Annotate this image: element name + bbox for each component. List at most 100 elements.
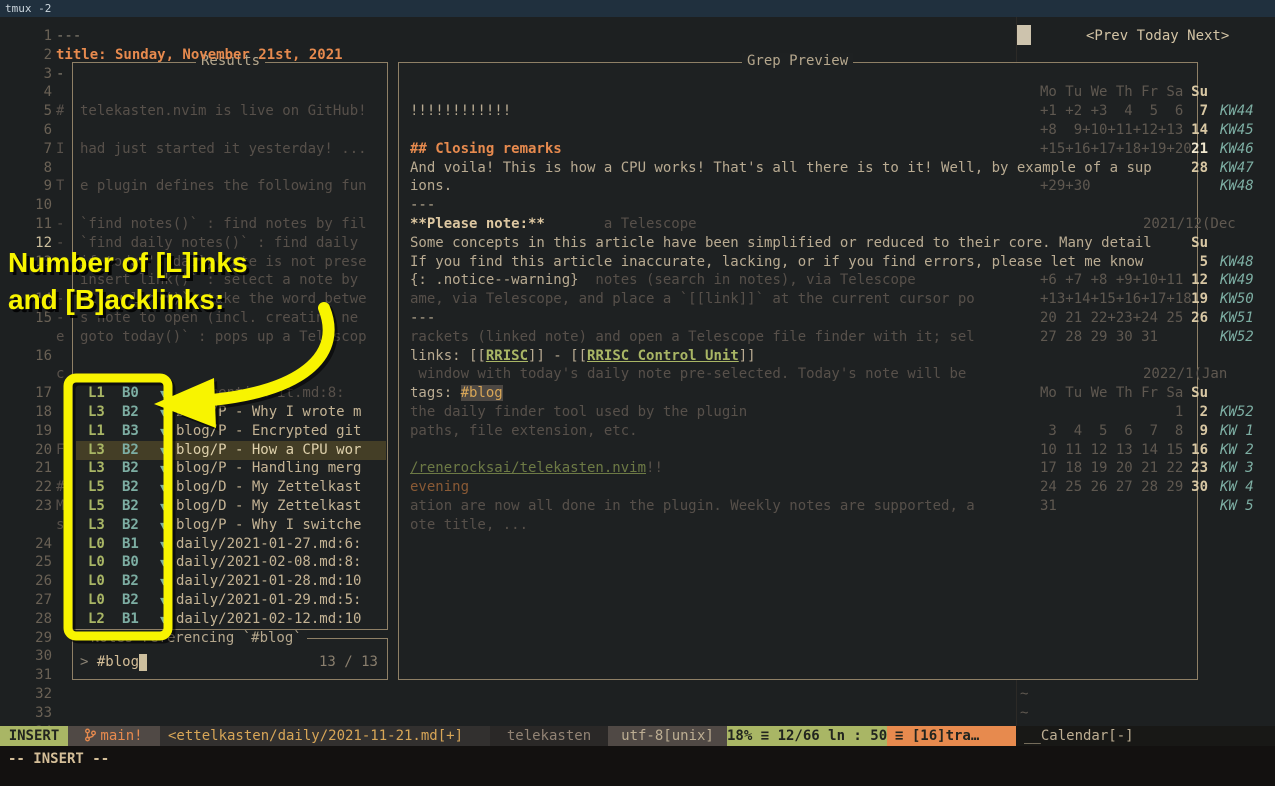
backlinks-count-badge: B2 [122, 441, 139, 460]
calendar-sunday[interactable]: 23 [1188, 459, 1208, 478]
result-row[interactable]: L5B2▼blog/D - My Zettelkast [76, 478, 386, 497]
buffer-line: - [56, 65, 64, 84]
preview-text: rackets (linked note) and open a Telesco… [410, 329, 975, 345]
result-text: blog/P - Encrypted git [176, 422, 361, 441]
calendar-week-number: KW48 [1220, 177, 1254, 196]
links-count-badge: L5 [88, 478, 105, 497]
result-text: blog/P - Handling merg [176, 459, 361, 478]
calendar-sunday[interactable]: 16 [1188, 441, 1208, 460]
line-number: 24 [0, 535, 52, 554]
calendar-week-days[interactable]: +1 +2 +3 4 5 6 [1040, 102, 1183, 121]
calendar-week-days[interactable]: +8 9+10+11+12+13 [1040, 121, 1183, 140]
result-row[interactable]: L0B2▼daily/2021-01-28.md:10 [76, 572, 386, 591]
result-row[interactable]: L1B0▼ i mention it.md:8: [76, 384, 386, 403]
line-number: 21 [0, 459, 52, 478]
calendar-week-days[interactable]: 31 [1040, 497, 1057, 516]
ghost-line: had just started it yesterday! ... [80, 140, 382, 159]
result-row[interactable]: L0B2▼daily/2021-01-29.md:5: [76, 591, 386, 610]
result-row[interactable]: L3B2▼blog/P - Why I wrote m [76, 403, 386, 422]
backlinks-count-badge: B0 [122, 553, 139, 572]
preview-text: evening [410, 479, 469, 495]
calendar-sunday[interactable]: 5 [1188, 253, 1208, 272]
preview-line: --- [410, 196, 435, 215]
result-row[interactable]: L2B1▼daily/2021-02-12.md:10 [76, 610, 386, 629]
prompt-input[interactable]: > #blog [80, 653, 139, 672]
calendar-sunday[interactable]: 26 [1188, 309, 1208, 328]
scrollbar-thumb[interactable] [1017, 25, 1031, 45]
down-arrow-icon: ▼ [160, 572, 167, 591]
line-number: 28 [0, 610, 52, 629]
preview-line: ation are now all done in the plugin. We… [410, 497, 975, 516]
line-number: 1 [0, 27, 52, 46]
calendar-week-days[interactable]: 3 4 5 6 7 8 [1040, 422, 1183, 441]
line-number: 31 [0, 666, 52, 685]
backlinks-count-badge: B2 [122, 478, 139, 497]
calendar-sunday[interactable]: 9 [1188, 422, 1208, 441]
preview-text: ame, via Telescope, and place a `[[link]… [410, 291, 975, 307]
buffer-fragment: M [56, 497, 64, 516]
backlinks-count-badge: B2 [122, 497, 139, 516]
calendar-week-days[interactable]: +6 +7 +8 +9+10+11 [1040, 271, 1183, 290]
result-row[interactable]: L3B2▼blog/P - Why I switche [76, 516, 386, 535]
calendar-week-days[interactable]: 17 18 19 20 21 22 [1040, 459, 1183, 478]
calendar-month-label: 2022/1(Jan [1143, 365, 1227, 384]
calendar-week-days[interactable]: 24 25 26 27 28 29 [1040, 478, 1183, 497]
calendar-sunday[interactable]: 12 [1188, 271, 1208, 290]
down-arrow-icon: ▼ [160, 591, 167, 610]
calendar-day-header: Mo Tu We Th Fr Sa [1040, 83, 1183, 102]
calendar-week-days[interactable]: 20 21 22+23+24 25 [1040, 309, 1183, 328]
result-row[interactable]: L5B2▼blog/D - My Zettelkast [76, 497, 386, 516]
line-number: 19 [0, 422, 52, 441]
calendar-week-days[interactable]: 27 28 29 30 31 [1040, 328, 1158, 347]
calendar-sunday[interactable]: 30 [1188, 478, 1208, 497]
preview-text: ]] [739, 348, 756, 364]
line-number: 5 [0, 102, 52, 121]
calendar-today[interactable]: 21 [1188, 140, 1208, 159]
calendar-sunday[interactable]: 14 [1188, 121, 1208, 140]
result-row[interactable]: L3B2▼blog/P - Handling merg [76, 459, 386, 478]
result-row[interactable]: L0B1▼daily/2021-01-27.md:6: [76, 535, 386, 554]
calendar-week-number: KW46 [1220, 140, 1254, 159]
down-arrow-icon: ▼ [160, 459, 167, 478]
line-number: 17 [0, 384, 52, 403]
result-text: blog/P - Why I switche [176, 516, 361, 535]
mode-message: -- INSERT -- [8, 751, 109, 767]
calendar-week-days[interactable]: 1 [1040, 403, 1183, 422]
cursor-position: 18% ≡ 12/66 ln : 50 [727, 726, 887, 746]
result-row[interactable]: L3B2▼blog/P - How a CPU wor [76, 441, 386, 460]
links-count-badge: L1 [88, 384, 105, 403]
result-text: blog/D - My Zettelkast [176, 478, 361, 497]
result-row[interactable]: L0B0▼daily/2021-02-08.md:8: [76, 553, 386, 572]
ghost-line: `find notes()` : find notes by fil [80, 215, 382, 234]
preview-line: --- [410, 309, 435, 328]
result-row[interactable]: L1B3▼blog/P - Encrypted git [76, 422, 386, 441]
calendar-week-days[interactable]: +29+30 [1040, 177, 1091, 196]
calendar-week-number: KW 5 [1220, 497, 1254, 516]
calendar-nav[interactable]: <Prev Today Next> [1086, 27, 1229, 46]
project-name: telekasten [490, 726, 608, 746]
filename: <ettelkasten/daily/2021-11-21.md[+] [160, 726, 490, 746]
calendar-week-number: KW44 [1220, 102, 1254, 121]
calendar-week-days[interactable]: +15+16+17+18+19+20 [1040, 140, 1192, 159]
tmux-title: tmux -2 [5, 2, 51, 15]
preview-text: links: [[ [410, 348, 486, 364]
links-count-badge: L1 [88, 422, 105, 441]
links-count-badge: L0 [88, 572, 105, 591]
calendar-sunday[interactable]: 19 [1188, 290, 1208, 309]
result-text: blog/P - Why I wrote m [176, 403, 361, 422]
calendar-week-days[interactable]: 10 11 12 13 14 15 [1040, 441, 1183, 460]
line-number: 8 [0, 159, 52, 178]
links-count-badge: L3 [88, 459, 105, 478]
backlinks-count-badge: B2 [122, 591, 139, 610]
buffer-fragment: # [56, 102, 64, 121]
line-number: 2 [0, 46, 52, 65]
buffer-fragment: c [56, 365, 64, 384]
calendar-sunday[interactable]: 2 [1188, 403, 1208, 422]
calendar-week-days[interactable]: +13+14+15+16+17+18 [1040, 290, 1192, 309]
calendar-sunday[interactable]: 7 [1188, 102, 1208, 121]
preview-text: If you find this article inaccurate, lac… [410, 254, 1143, 270]
calendar-sunday-header: Su [1188, 384, 1208, 403]
calendar-sunday[interactable]: 28 [1188, 159, 1208, 178]
git-branch-icon [85, 728, 96, 742]
calendar-week-number: KW48 [1220, 253, 1254, 272]
